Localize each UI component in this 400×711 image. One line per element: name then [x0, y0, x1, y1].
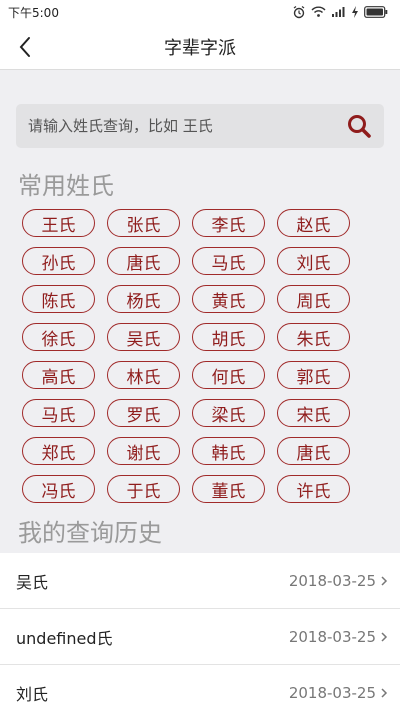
surname-chip[interactable]: 冯氏 — [22, 475, 95, 503]
surname-chip[interactable]: 梁氏 — [192, 399, 265, 427]
chevron-right-icon — [381, 631, 388, 642]
history-row[interactable]: 吴氏 2018-03-25 — [0, 553, 400, 609]
signal-icon — [332, 7, 345, 17]
history-title: 我的查询历史 — [18, 519, 162, 547]
surname-chip[interactable]: 许氏 — [277, 475, 350, 503]
chevron-right-icon — [381, 575, 388, 586]
status-time: 下午5:00 — [8, 5, 59, 20]
history-list: 吴氏 2018-03-25 undefined氏 2018-03-25 刘氏 2018-0… — [0, 553, 400, 711]
back-button[interactable] — [10, 32, 40, 62]
surname-chip[interactable]: 杨氏 — [107, 285, 180, 313]
surname-chip[interactable]: 王氏 — [22, 209, 95, 237]
page-title: 字辈字派 — [164, 37, 236, 59]
status-bar: 下午5:00 — [0, 0, 400, 24]
surname-chip[interactable]: 陈氏 — [22, 285, 95, 313]
surname-chip[interactable]: 李氏 — [192, 209, 265, 237]
surname-chip[interactable]: 郑氏 — [22, 437, 95, 465]
surname-chip[interactable]: 孙氏 — [22, 247, 95, 275]
history-name: 吴氏 — [16, 572, 49, 592]
surname-chip[interactable]: 胡氏 — [192, 323, 265, 351]
surname-chip[interactable]: 周氏 — [277, 285, 350, 313]
nav-bar: 字辈字派 — [0, 24, 400, 70]
surname-chip[interactable]: 宋氏 — [277, 399, 350, 427]
surname-grid: 王氏 张氏 李氏 赵氏 孙氏 唐氏 马氏 刘氏 陈氏 杨氏 黄氏 周氏 徐氏 吴氏 胡氏 朱氏 高氏 林氏 何氏 郭氏… — [22, 209, 352, 503]
history-name: 刘氏 — [16, 684, 49, 704]
history-row[interactable]: undefined氏 2018-03-25 — [0, 609, 400, 665]
search-button[interactable] — [344, 111, 374, 141]
history-date: 2018-03-25 — [288, 627, 376, 646]
surname-chip[interactable]: 唐氏 — [277, 437, 350, 465]
surname-chip[interactable]: 谢氏 — [107, 437, 180, 465]
surname-chip[interactable]: 郭氏 — [277, 361, 350, 389]
history-date: 2018-03-25 — [288, 683, 376, 702]
surname-chip[interactable]: 罗氏 — [107, 399, 180, 427]
surname-chip[interactable]: 唐氏 — [107, 247, 180, 275]
history-date: 2018-03-25 — [288, 571, 376, 590]
surname-chip[interactable]: 赵氏 — [277, 209, 350, 237]
wifi-icon — [311, 6, 326, 17]
surname-chip[interactable]: 朱氏 — [277, 323, 350, 351]
surname-chip[interactable]: 刘氏 — [277, 247, 350, 275]
surname-chip[interactable]: 高氏 — [22, 361, 95, 389]
status-icons — [292, 5, 388, 19]
surname-chip[interactable]: 于氏 — [107, 475, 180, 503]
surname-chip[interactable]: 林氏 — [107, 361, 180, 389]
history-meta: 2018-03-25 — [289, 572, 388, 590]
surname-chip[interactable]: 马氏 — [22, 399, 95, 427]
chevron-left-icon — [19, 37, 30, 57]
common-surnames-title: 常用姓氏 — [18, 172, 114, 200]
history-meta: 2018-03-25 — [289, 684, 388, 702]
surname-chip[interactable]: 韩氏 — [192, 437, 265, 465]
chevron-right-icon — [381, 687, 388, 698]
search-box — [16, 104, 384, 148]
alarm-icon — [293, 6, 305, 19]
search-input[interactable] — [28, 117, 344, 135]
charging-icon — [352, 6, 358, 18]
search-icon — [348, 115, 371, 138]
battery-icon — [364, 6, 388, 18]
surname-chip[interactable]: 张氏 — [107, 209, 180, 237]
surname-chip[interactable]: 何氏 — [192, 361, 265, 389]
history-row[interactable]: 刘氏 2018-03-25 — [0, 665, 400, 711]
surname-chip[interactable]: 徐氏 — [22, 323, 95, 351]
surname-chip[interactable]: 马氏 — [192, 247, 265, 275]
surname-chip[interactable]: 董氏 — [192, 475, 265, 503]
surname-chip[interactable]: 黄氏 — [192, 285, 265, 313]
history-meta: 2018-03-25 — [289, 628, 388, 646]
surname-chip[interactable]: 吴氏 — [107, 323, 180, 351]
history-name: undefined氏 — [16, 628, 113, 648]
